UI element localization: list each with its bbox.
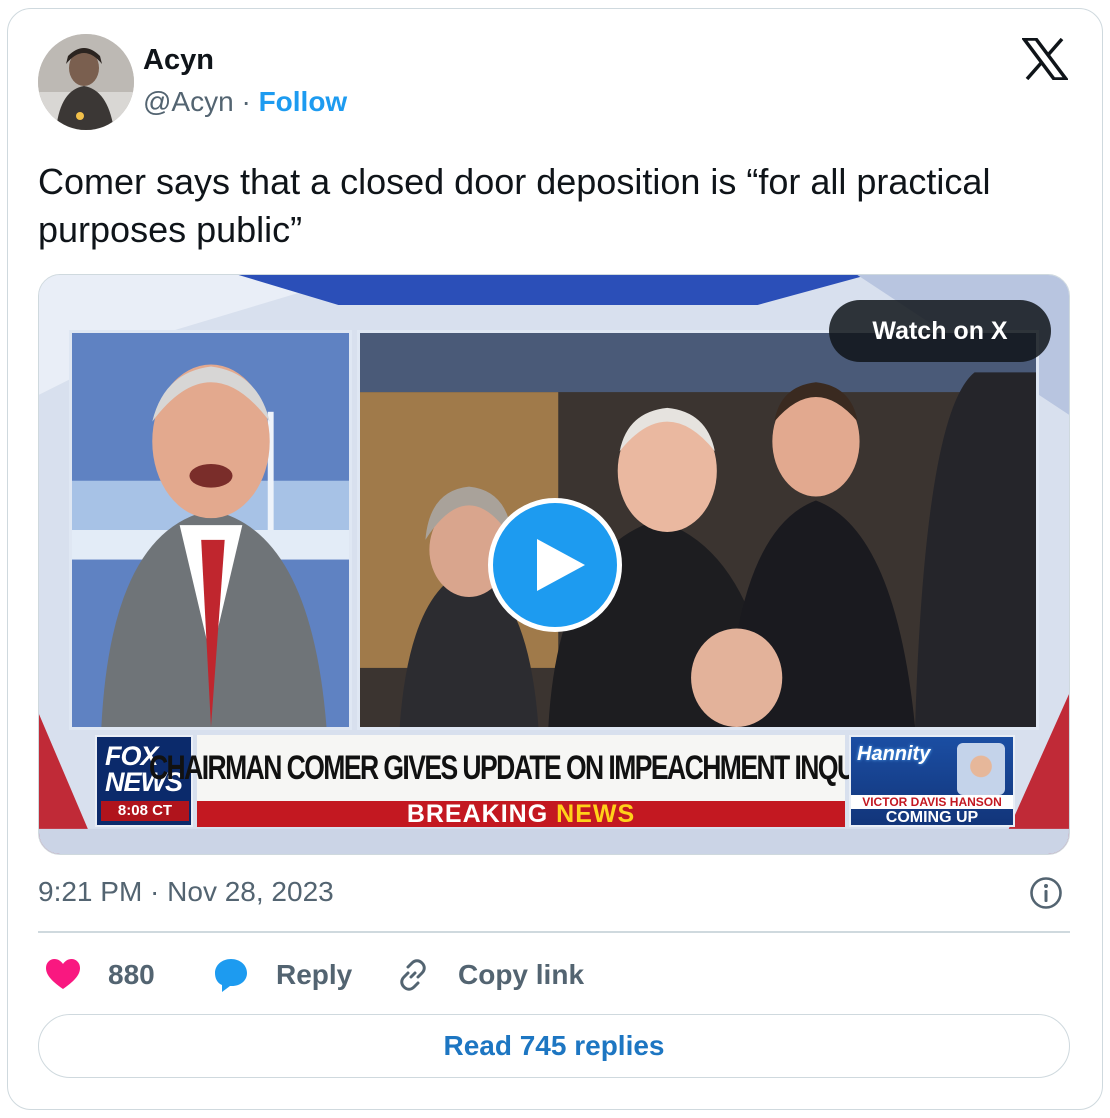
tweet-timestamp[interactable]: 9:21 PM · Nov 28, 2023 — [38, 876, 334, 908]
like-count: 880 — [108, 959, 155, 990]
broadcast-time: 8:08 CT — [101, 801, 189, 821]
broadcast-headline: CHAIRMAN COMER GIVES UPDATE ON IMPEACHME… — [148, 748, 895, 787]
copy-link-label: Copy link — [458, 959, 585, 990]
reply-label: Reply — [276, 959, 353, 990]
news-word: NEWS — [556, 799, 636, 828]
x-logo-icon[interactable] — [1022, 38, 1068, 80]
reply-button[interactable]: Reply — [212, 950, 352, 1000]
meta-separator: · — [241, 86, 251, 117]
author-avatar[interactable] — [38, 34, 134, 130]
like-button[interactable]: 880 — [44, 950, 155, 1000]
archive-image — [360, 333, 1036, 727]
news-ticker: FOX NEWS 8:08 CT CHAIRMAN COMER GIVES UP… — [95, 735, 1015, 828]
promo-coming-up: COMING UP — [885, 809, 979, 826]
link-icon — [400, 959, 426, 991]
author-handle[interactable]: @Acyn — [143, 86, 234, 117]
promo-guest-name: VICTOR DAVIS HANSON — [851, 795, 1013, 809]
divider — [38, 931, 1070, 933]
breaking-word: BREAKING — [406, 799, 549, 828]
speech-bubble-icon — [215, 959, 247, 992]
show-promo: Hannity VICTOR DAVIS HANSON COMING UP — [849, 735, 1015, 827]
archive-video-pane — [357, 330, 1039, 730]
tweet-text: Comer says that a closed door deposition… — [38, 161, 991, 250]
avatar-image — [38, 34, 134, 130]
heart-icon — [46, 959, 80, 989]
info-icon[interactable] — [1029, 876, 1063, 910]
promo-show-title: Hannity — [857, 743, 931, 765]
anchor-video-pane — [69, 330, 352, 730]
promo-guest-photo — [957, 743, 1005, 795]
follow-button[interactable]: Follow — [259, 86, 348, 117]
play-button[interactable] — [488, 498, 622, 632]
copy-link-button[interactable]: Copy link — [394, 950, 584, 1000]
anchor-image — [72, 333, 349, 727]
video-player[interactable]: FOX NEWS 8:08 CT CHAIRMAN COMER GIVES UP… — [38, 274, 1070, 855]
author-meta: @Acyn · Follow — [143, 86, 347, 118]
read-replies-button[interactable]: Read 745 replies — [38, 1014, 1070, 1078]
play-icon — [537, 539, 585, 591]
headline-bar: CHAIRMAN COMER GIVES UPDATE ON IMPEACHME… — [149, 735, 895, 801]
watch-on-x-button[interactable]: Watch on X — [829, 300, 1051, 362]
author-name[interactable]: Acyn — [143, 44, 214, 77]
breaking-news-bar: BREAKING NEWS — [197, 799, 845, 828]
